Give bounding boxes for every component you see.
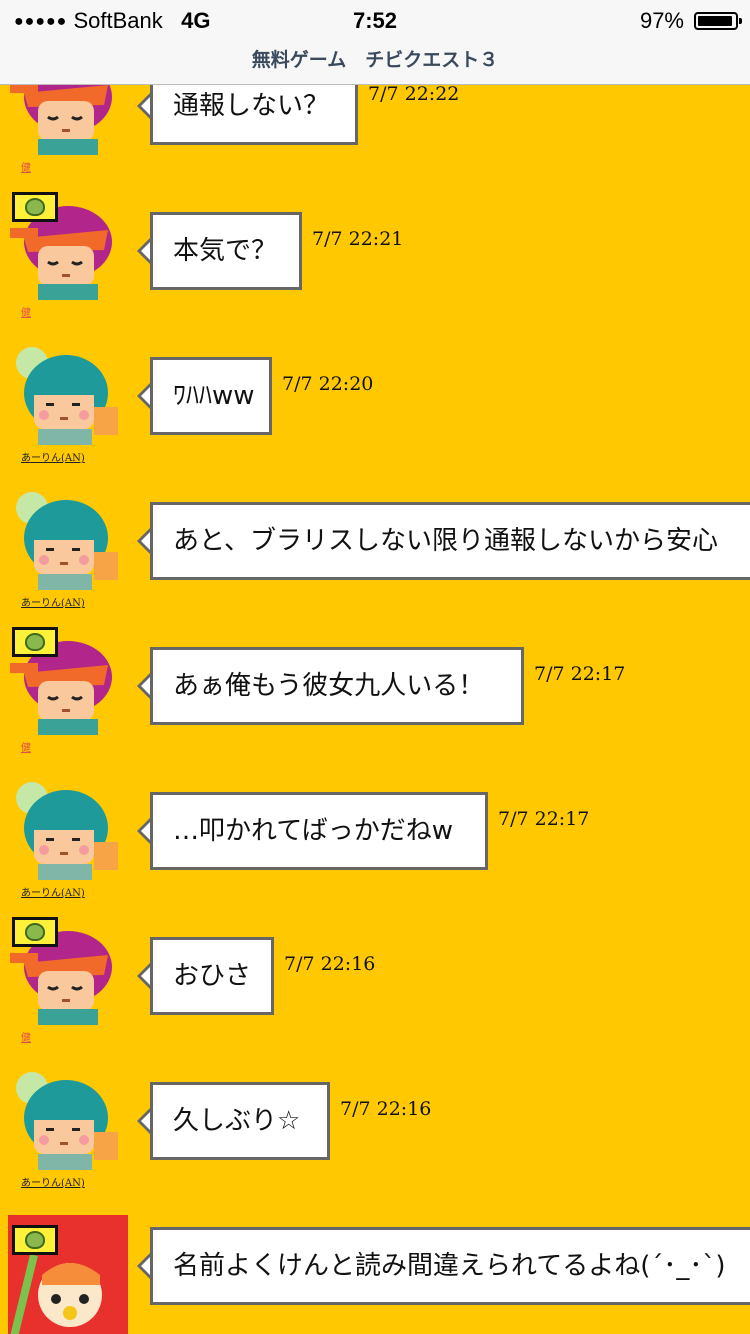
message-timestamp: 7/7 22:17 (498, 808, 590, 830)
message-bubble[interactable]: 通報しない？ (150, 85, 358, 145)
teal-hair-avatar[interactable] (8, 345, 118, 445)
username-link[interactable]: あーりん(AN) (21, 1174, 85, 1189)
message-bubble[interactable]: おひさ (150, 937, 274, 1015)
message-timestamp: 7/7 22:20 (282, 373, 374, 395)
message-row: 健 おひさ 7/7 22:16 (0, 917, 750, 1070)
username-link[interactable]: 健 (21, 1029, 31, 1044)
message-row: あーりん(AN) ﾜﾊﾊww 7/7 22:20 (0, 345, 750, 490)
message-timestamp: 7/7 22:17 (534, 663, 626, 685)
message-bubble[interactable]: 本気で？ (150, 212, 302, 290)
username-link[interactable]: 健 (21, 159, 31, 174)
username-link[interactable]: あーりん(AN) (21, 884, 85, 899)
status-bar: ●●●●● SoftBank 4G 7:52 97% (0, 0, 750, 40)
teal-hair-avatar[interactable] (8, 780, 118, 880)
message-row: あーりん(AN) …叩かれてばっかだねw 7/7 22:17 (0, 780, 750, 925)
message-bubble[interactable]: ﾜﾊﾊww (150, 357, 272, 435)
battery-icon (694, 12, 742, 30)
message-bubble[interactable]: 名前よくけんと読み間違えられてるよね(´･_･`) (150, 1227, 750, 1305)
page-title: 無料ゲーム チビクエスト３ (0, 40, 750, 85)
message-bubble[interactable]: 久しぶり☆ (150, 1082, 330, 1160)
leaf-badge-icon (12, 917, 58, 947)
username-link[interactable]: あーりん(AN) (21, 449, 85, 464)
message-row: 健 あぁ俺もう彼女九人いる！ 7/7 22:17 (0, 627, 750, 780)
username-link[interactable]: 健 (21, 304, 31, 319)
message-timestamp: 7/7 22:21 (312, 228, 404, 250)
red-hair-avatar[interactable] (8, 85, 118, 155)
message-timestamp: 7/7 22:16 (284, 953, 376, 975)
message-row: 健 通報しない？ 7/7 22:22 (0, 85, 750, 200)
message-row: 健 本気で？ 7/7 22:21 (0, 192, 750, 345)
message-bubble[interactable]: …叩かれてばっかだねw (150, 792, 488, 870)
leaf-badge-icon (12, 192, 58, 222)
message-timestamp: 7/7 22:22 (368, 85, 460, 105)
teal-hair-avatar[interactable] (8, 490, 118, 590)
chat-feed[interactable]: 健通報しない？ 7/7 22:22 健本気で？ 7/7 22:21 あーりん(AN) ﾜﾊ… (0, 85, 750, 1334)
leaf-badge-icon (12, 627, 58, 657)
battery-percent: 97% (639, 8, 684, 33)
message-row: 名前よくけんと読み間違えられてるよね(´･_･`) (0, 1215, 750, 1334)
message-timestamp: 7/7 22:16 (340, 1098, 432, 1120)
username-link[interactable]: 健 (21, 739, 31, 754)
message-row: あーりん(AN) あと、ブラリスしない限り通報しないから安心 (0, 490, 750, 635)
message-bubble[interactable]: あぁ俺もう彼女九人いる！ (150, 647, 524, 725)
leaf-badge-icon (12, 1225, 58, 1255)
message-bubble[interactable]: あと、ブラリスしない限り通報しないから安心 (150, 502, 750, 580)
teal-hair-avatar[interactable] (8, 1070, 118, 1170)
message-row: あーりん(AN) 久しぶり☆ 7/7 22:16 (0, 1070, 750, 1215)
clock: 7:52 (352, 8, 398, 33)
username-link[interactable]: あーりん(AN) (21, 594, 85, 609)
